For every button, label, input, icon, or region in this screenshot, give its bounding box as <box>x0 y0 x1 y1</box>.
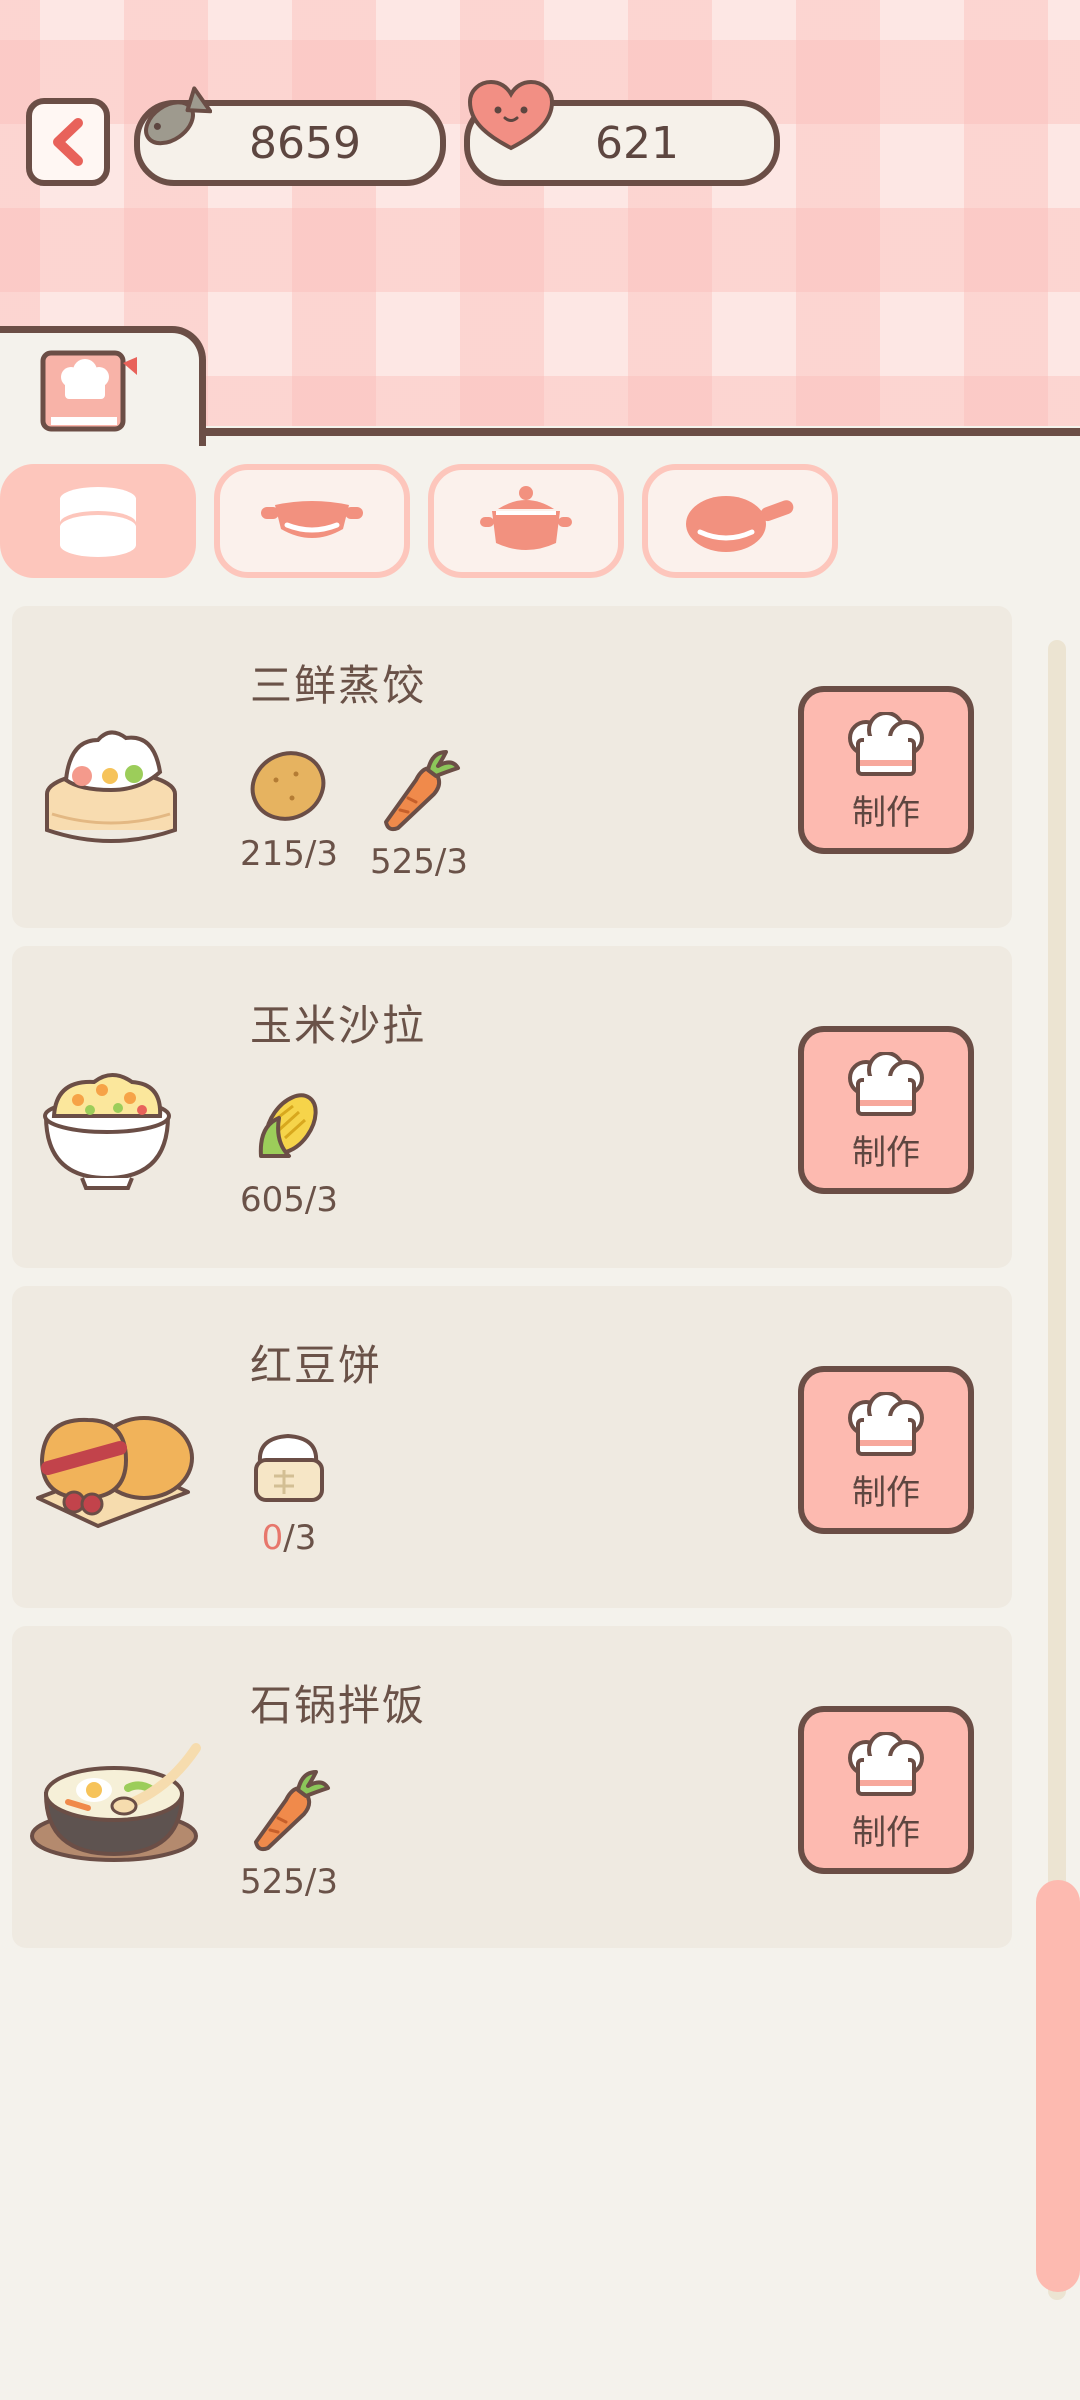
ingredient-item: 605/3 <box>224 1086 354 1220</box>
make-button-label: 制作 <box>852 793 920 833</box>
category-pot-button[interactable] <box>428 464 624 578</box>
chef-hat-icon <box>848 712 924 776</box>
heart-icon <box>467 79 555 151</box>
make-button-label: 制作 <box>852 1133 920 1173</box>
ingredient-item: 0/3 <box>224 1426 354 1558</box>
ingredient-need: /3 <box>434 842 468 882</box>
recipe-name: 石锅拌饭 <box>250 1681 427 1730</box>
chevron-left-icon <box>53 118 83 166</box>
ingredient-need: /3 <box>304 1180 338 1220</box>
recipe-book-icon <box>40 350 137 432</box>
back-button[interactable] <box>26 98 110 186</box>
corn-salad-icon <box>32 1060 182 1194</box>
carrot-icon <box>354 746 484 838</box>
tab-recipe-book[interactable] <box>0 326 206 446</box>
ingredient-have: 525 <box>370 842 435 882</box>
chef-hat-icon <box>848 1392 924 1456</box>
ingredient-have: 215 <box>240 834 305 874</box>
make-button-label: 制作 <box>852 1813 920 1853</box>
ingredient-item: 215/3 <box>224 746 354 874</box>
make-button[interactable]: 制作 <box>798 686 974 854</box>
recipe-card: 玉米沙拉 605/3 制作 <box>12 946 1012 1268</box>
red-bean-cake-icon <box>28 1398 198 1532</box>
ingredient-have: 525 <box>240 1862 305 1902</box>
ingredient-have: 0 <box>261 1518 284 1558</box>
ingredient-item: 525/3 <box>224 1766 354 1902</box>
ingredient-need: /3 <box>304 834 338 874</box>
ingredient-quantity: 0/3 <box>224 1518 354 1558</box>
ingredient-need: /3 <box>283 1518 317 1558</box>
heart-count: 621 <box>595 117 679 169</box>
fish-count: 8659 <box>249 117 361 169</box>
steamed-dumplings-icon <box>36 710 186 854</box>
make-button-label: 制作 <box>852 1473 920 1513</box>
frying-pan-icon <box>686 496 794 552</box>
category-steamer-button[interactable] <box>0 464 196 578</box>
recipe-name: 三鲜蒸饺 <box>250 661 427 710</box>
category-wok-button[interactable] <box>214 464 410 578</box>
ingredient-quantity: 525/3 <box>224 1862 354 1902</box>
ingredient-have: 605 <box>240 1180 305 1220</box>
make-button[interactable]: 制作 <box>798 1366 974 1534</box>
ingredient-quantity: 215/3 <box>224 834 354 874</box>
recipe-card: 红豆饼 0/3 制作 <box>12 1286 1012 1608</box>
recipe-name: 红豆饼 <box>250 1341 383 1390</box>
chef-hat-icon <box>848 1052 924 1116</box>
recipe-card: 三鲜蒸饺 215/3 525/3 制作 <box>12 606 1012 928</box>
pot-icon <box>480 486 572 550</box>
recipe-card: 石锅拌饭 525/3 制作 <box>12 1626 1012 1948</box>
wok-icon <box>261 501 363 538</box>
ingredient-need: /3 <box>304 1862 338 1902</box>
ingredient-quantity: 605/3 <box>224 1180 354 1220</box>
ingredient-item: 525/3 <box>354 746 484 882</box>
ingredient-quantity: 525/3 <box>354 842 484 882</box>
fish-icon <box>144 86 212 146</box>
steamer-icon <box>60 487 136 557</box>
make-button[interactable]: 制作 <box>798 1706 974 1874</box>
bibimbap-icon <box>28 1730 208 1874</box>
corn-icon <box>224 1086 354 1176</box>
tab-divider <box>200 428 1080 436</box>
scrollbar-thumb[interactable] <box>1036 1880 1080 2292</box>
chef-hat-icon <box>848 1732 924 1796</box>
carrot-icon <box>224 1766 354 1858</box>
recipe-name: 玉米沙拉 <box>250 1001 427 1050</box>
potato-icon <box>224 746 354 830</box>
category-frying-pan-button[interactable] <box>642 464 838 578</box>
flour-icon <box>224 1426 354 1514</box>
make-button[interactable]: 制作 <box>798 1026 974 1194</box>
